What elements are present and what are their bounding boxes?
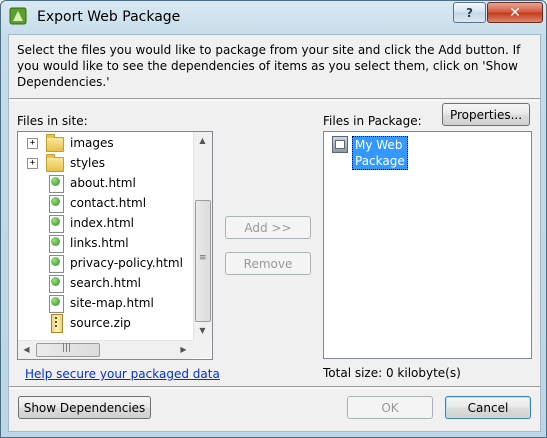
close-icon: ✕ (509, 4, 521, 21)
tree-item-label: styles (70, 156, 106, 170)
scroll-left-icon[interactable]: ◀ (18, 341, 35, 358)
tree-item-label: search.html (70, 276, 142, 290)
thumb-grip-icon: ||| (62, 343, 72, 353)
window-title: Export Web Package (37, 9, 181, 25)
tree-item-label: images (70, 136, 114, 150)
help-button[interactable]: ? (453, 2, 486, 23)
scroll-corner (193, 340, 211, 358)
bottom-separator (9, 386, 540, 389)
tree-item-label: about.html (70, 176, 136, 190)
expand-icon[interactable]: + (27, 138, 38, 149)
dialog-body: Select the files you would like to packa… (8, 34, 541, 432)
files-in-site-tree[interactable]: + images + styles about.html contact.htm… (17, 131, 213, 360)
files-in-package-tree[interactable]: My Web Package (323, 131, 532, 359)
top-separator (9, 98, 540, 101)
folder-icon (46, 134, 64, 152)
scroll-right-icon[interactable]: ▶ (175, 341, 192, 358)
files-in-site-label: Files in site: (17, 114, 88, 128)
properties-button[interactable]: Properties... (442, 103, 530, 126)
site-tree-vertical-scrollbar[interactable]: ▲ ≡ ▼ (193, 132, 212, 340)
html-file-icon (49, 295, 64, 313)
ok-button[interactable]: OK (347, 396, 433, 419)
add-button[interactable]: Add >> (225, 216, 311, 239)
zip-file-icon (51, 314, 63, 333)
help-secure-link[interactable]: Help secure your packaged data (25, 367, 220, 381)
html-file-icon (49, 255, 64, 273)
html-file-icon (49, 275, 64, 293)
files-in-package-label: Files in Package: (323, 114, 422, 128)
tree-item-label: links.html (70, 236, 129, 250)
remove-button[interactable]: Remove (225, 252, 311, 275)
title-bar[interactable]: Export Web Package ? ✕ (1, 1, 546, 33)
thumb-grip-icon: ≡ (199, 253, 207, 263)
horizontal-scroll-thumb[interactable]: ||| (36, 343, 100, 357)
site-tree-horizontal-scrollbar[interactable]: ◀ ||| ▶ (18, 340, 193, 359)
package-name[interactable]: My Web Package (352, 136, 408, 170)
tree-item-label: source.zip (70, 316, 131, 330)
instructions-text: Select the files you would like to packa… (17, 43, 521, 89)
scroll-thumb[interactable]: ≡ (195, 200, 211, 322)
export-web-package-dialog: Export Web Package ? ✕ Select the files … (0, 0, 547, 438)
tree-item-label: privacy-policy.html (70, 256, 183, 270)
scroll-down-icon[interactable]: ▼ (194, 322, 211, 339)
html-file-icon (49, 235, 64, 253)
expand-icon[interactable]: + (27, 158, 38, 169)
tree-item-label: index.html (70, 216, 134, 230)
folder-icon (46, 154, 64, 172)
show-dependencies-button[interactable]: Show Dependencies (18, 396, 151, 419)
scroll-up-icon[interactable]: ▲ (194, 132, 211, 149)
tree-item-label: contact.html (70, 196, 147, 210)
publisher-app-icon (9, 7, 27, 25)
cancel-button[interactable]: Cancel (445, 396, 531, 419)
total-size-text: Total size: 0 kilobyte(s) (323, 366, 461, 380)
html-file-icon (49, 195, 64, 213)
close-button[interactable]: ✕ (487, 2, 543, 23)
package-icon (332, 136, 348, 153)
html-file-icon (49, 175, 64, 193)
tree-item-label: site-map.html (70, 296, 154, 310)
html-file-icon (49, 215, 64, 233)
help-icon: ? (466, 5, 473, 20)
